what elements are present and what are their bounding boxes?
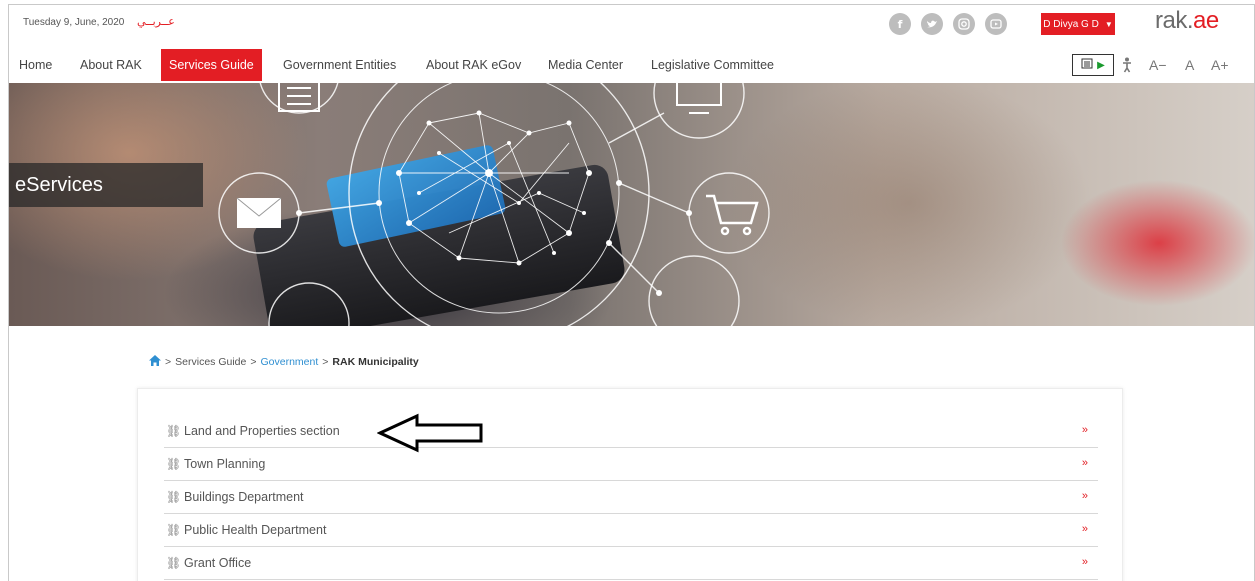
rak-logo[interactable]: rak.ae <box>1155 7 1219 35</box>
accessibility-icon[interactable] <box>1121 49 1133 81</box>
link-icon: ⛓ <box>166 457 182 471</box>
nav-home[interactable]: Home <box>19 49 52 81</box>
browser-page: Tuesday 9, June, 2020 عــربــي f D Divya… <box>8 4 1255 581</box>
increase-font-button[interactable]: A+ <box>1211 49 1229 81</box>
decrease-font-button[interactable]: A− <box>1149 49 1167 81</box>
logo-ae: ae <box>1193 7 1219 34</box>
breadcrumb: > Services Guide > Government > RAK Muni… <box>149 355 419 369</box>
breadcrumb-current: RAK Municipality <box>332 356 419 368</box>
link-icon: ⛓ <box>166 424 182 438</box>
arabic-language-link[interactable]: عــربــي <box>137 15 175 28</box>
double-chevron-right-icon: » <box>1081 424 1088 436</box>
current-date: Tuesday 9, June, 2020 <box>23 17 125 28</box>
breadcrumb-separator: > <box>250 356 257 368</box>
double-chevron-right-icon: » <box>1081 457 1088 469</box>
link-icon: ⛓ <box>166 556 182 570</box>
service-label: Grant Office <box>184 556 252 570</box>
breadcrumb-government[interactable]: Government <box>260 356 318 368</box>
double-chevron-right-icon: » <box>1081 556 1088 568</box>
document-icon <box>1081 58 1093 72</box>
page-title: eServices <box>9 163 203 207</box>
main-navigation: Home About RAK Services Guide Government… <box>9 49 1254 81</box>
user-name: D Divya G D <box>1043 18 1099 30</box>
logo-text: rak. <box>1155 7 1194 34</box>
nav-about-rak-egov[interactable]: About RAK eGov <box>426 49 521 81</box>
user-menu-button[interactable]: D Divya G D ▼ <box>1041 13 1115 35</box>
facebook-icon[interactable]: f <box>889 13 911 35</box>
breadcrumb-services-guide[interactable]: Services Guide <box>175 356 246 368</box>
instagram-icon[interactable] <box>953 13 975 35</box>
twitter-icon[interactable] <box>921 13 943 35</box>
nav-legislative-committee[interactable]: Legislative Committee <box>651 49 774 81</box>
breadcrumb-separator: > <box>322 356 329 368</box>
link-icon: ⛓ <box>166 523 182 537</box>
double-chevron-right-icon: » <box>1081 523 1088 535</box>
normal-font-button[interactable]: A <box>1185 49 1194 81</box>
service-row-buildings[interactable]: ⛓ Buildings Department » <box>164 481 1098 514</box>
service-row-public-health[interactable]: ⛓ Public Health Department » <box>164 514 1098 547</box>
service-label: Buildings Department <box>184 490 304 504</box>
annotation-arrow-icon <box>377 413 483 453</box>
service-label: Land and Properties section <box>184 424 340 438</box>
caret-down-icon: ▼ <box>1104 19 1113 29</box>
breadcrumb-separator: > <box>165 356 172 368</box>
service-label: Public Health Department <box>184 523 327 537</box>
service-row-grant-office[interactable]: ⛓ Grant Office » <box>164 547 1098 580</box>
service-row-land-properties[interactable]: ⛓ Land and Properties section » <box>164 415 1098 448</box>
link-icon: ⛓ <box>166 490 182 504</box>
services-list-panel: ⛓ Land and Properties section » ⛓ Town P… <box>137 388 1123 581</box>
play-icon: ▶ <box>1097 59 1105 71</box>
nav-services-guide[interactable]: Services Guide <box>161 49 262 81</box>
service-row-town-planning[interactable]: ⛓ Town Planning » <box>164 448 1098 481</box>
text-reader-button[interactable]: ▶ <box>1072 54 1114 76</box>
nav-media-center[interactable]: Media Center <box>548 49 623 81</box>
home-icon[interactable] <box>149 355 161 369</box>
hero-banner: eServices <box>9 83 1254 326</box>
nav-about-rak[interactable]: About RAK <box>80 49 142 81</box>
service-label: Town Planning <box>184 457 266 471</box>
youtube-icon[interactable] <box>985 13 1007 35</box>
nav-government-entities[interactable]: Government Entities <box>283 49 396 81</box>
top-bar: Tuesday 9, June, 2020 عــربــي f D Divya… <box>9 5 1254 45</box>
double-chevron-right-icon: » <box>1081 490 1088 502</box>
